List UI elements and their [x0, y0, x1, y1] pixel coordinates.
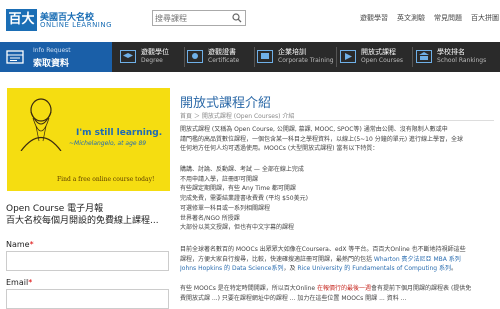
- nav-item-corporate-training-en: Corporate Training: [278, 57, 334, 64]
- mooc-text: 。: [451, 265, 458, 273]
- schedule-text: 有些 MOOCs 是在特定時間開課，所以百大Online: [180, 285, 318, 292]
- intro-line: 請門檻的高品質數位課程，一個包含某一科目之學程資料，以線上(5~10 分鐘的單元…: [180, 135, 463, 143]
- search-box: [152, 10, 246, 26]
- name-label: Name*: [6, 240, 34, 249]
- top-link-english-test[interactable]: 英文測驗: [397, 13, 425, 23]
- list-item: 購講、討論、反動課、考試 — 全部在線上完成: [180, 166, 304, 173]
- name-field[interactable]: [6, 251, 169, 271]
- page-title: 開放式課程介紹: [180, 96, 272, 111]
- breadcrumb[interactable]: 首頁 ＞ 開放式課程 (Open Courses) 介紹: [180, 111, 294, 120]
- top-link-faq[interactable]: 常見問題: [434, 13, 462, 23]
- nav-divider: [254, 47, 255, 67]
- info-request-button[interactable]: Info Request 索取資料: [0, 42, 112, 72]
- intro-line: 任何地方任何人均可透過使用。MOOCs (大型開放式課程) 當有以下特質：: [180, 145, 379, 153]
- wharton-mba-link[interactable]: Wharton 賓夕法尼亞 MBA 系列: [374, 256, 461, 263]
- intro-line: 開放式課程 (又稱為 Open Course, 公開課, 慕課, MOOC, S…: [180, 126, 448, 133]
- search-input[interactable]: [155, 12, 231, 24]
- schedule-text: 會有提前下個月開課的課程表 (提供免: [371, 285, 472, 292]
- list-item: 有些課定期開課，有些 Any Time 都可開課: [180, 185, 296, 193]
- schedule-line: 有些 MOOCs 是在特定時間開課，所以百大Online 在報價行的最後一週會有…: [180, 284, 496, 294]
- logo-english-name: ONLINE LEARNING: [40, 21, 113, 29]
- nav-item-degree[interactable]: 遊觀學位 Degree: [120, 42, 182, 72]
- top-link-puzzle[interactable]: 百大拼圖: [471, 13, 499, 23]
- nav-item-corporate-training[interactable]: 企業培訓 Corporate Training: [257, 42, 334, 72]
- main-nav: Info Request 索取資料 遊觀學位 Degree 遊觀證書 Certi…: [0, 42, 500, 72]
- promo-author: ~Michelangelo, at age 89: [69, 140, 147, 147]
- nav-divider: [412, 47, 413, 67]
- list-item: 可選修單一科目或一系列相關課程: [180, 204, 271, 212]
- nav-item-school-rankings-cn: 學校排名: [437, 48, 465, 56]
- schedule-paragraph: 有些 MOOCs 是在特定時間開課，所以百大Online 在報價行的最後一週會有…: [180, 284, 496, 303]
- site-logo[interactable]: 百大 美國百大名校 ONLINE LEARNING: [6, 9, 118, 33]
- info-request-cn: 索取資料: [33, 59, 70, 69]
- mooc-text: 課程，方便大家自行搜尋，比較，快速確搜適註冊可開課，最熱門的包括: [180, 255, 374, 263]
- list-item: 完成免費，需要結業證書收費費 (平均 $50美元): [180, 195, 308, 203]
- list-item: 世界著名/NGO 所授課: [180, 214, 240, 222]
- top-link-study[interactable]: 遊觀學習: [360, 13, 388, 23]
- nav-divider: [336, 47, 337, 67]
- required-mark: *: [29, 240, 34, 249]
- mooc-line: 課程，方便大家自行搜尋，比較，快速確搜適註冊可開課，最熱門的包括 Wharton…: [180, 255, 496, 265]
- name-label-text: Name: [6, 240, 30, 249]
- newsletter-subtitle: 百大名校每個月開設的免費線上課程...: [6, 216, 159, 226]
- search-icon[interactable]: [232, 13, 242, 23]
- rice-university-link[interactable]: Rice University 的 Fundamentals of Comput…: [297, 265, 451, 272]
- certificate-icon: [187, 50, 203, 63]
- email-label: Email*: [6, 278, 32, 287]
- mail-icon: [6, 50, 24, 64]
- logo-mark: 百大: [6, 9, 37, 31]
- sketch-figure-icon: [20, 98, 62, 151]
- nav-item-school-rankings-en: School Rankings: [437, 57, 487, 64]
- required-mark: *: [28, 278, 33, 287]
- promo-footer: Find a free online course today!: [57, 176, 155, 183]
- mooc-line: 目前全球著名數百的 MOOCs 出眾眾大如像在Coursera、edX 等平台。…: [180, 246, 466, 253]
- promo-tagline: I'm still learning.: [76, 128, 163, 138]
- nav-item-open-courses-cn: 開放式課程: [361, 48, 396, 56]
- top-links: 遊觀學習 英文測驗 常見問題 百大拼圖: [360, 13, 500, 23]
- training-icon: [257, 50, 273, 63]
- mooc-line: Johns Hopkins 的 Data Science系列，及 Rice Un…: [180, 264, 496, 274]
- mooc-paragraph: 目前全球著名數百的 MOOCs 出眾眾大如像在Coursera、edX 等平台。…: [180, 245, 496, 274]
- graduation-cap-icon: [120, 50, 136, 63]
- divider: [180, 120, 494, 121]
- nav-item-certificate-en: Certificate: [208, 57, 240, 64]
- nav-item-certificate-cn: 遊觀證書: [208, 48, 236, 56]
- nav-item-certificate[interactable]: 遊觀證書 Certificate: [187, 42, 253, 72]
- nav-item-corporate-training-cn: 企業培訓: [278, 48, 306, 56]
- list-item: 大部份以英文授課，但也有中文字幕的課程: [180, 224, 295, 232]
- intro-paragraph: 開放式課程 (又稱為 Open Course, 公開課, 慕課, MOOC, S…: [180, 125, 496, 154]
- top-bar: 百大 美國百大名校 ONLINE LEARNING 遊觀學習 英文測驗 常見問題…: [0, 0, 500, 38]
- email-label-text: Email: [6, 278, 29, 287]
- list-item: 不用申請入學，註冊即可開課: [180, 175, 259, 183]
- nav-item-school-rankings[interactable]: 學校排名 School Rankings: [416, 42, 496, 72]
- features-list: 購講、討論、反動課、考試 — 全部在線上完成 不用申請入學，註冊即可開課 有些課…: [180, 165, 496, 233]
- nav-item-degree-cn: 遊觀學位: [141, 48, 169, 56]
- nav-item-open-courses[interactable]: 開放式課程 Open Courses: [340, 42, 404, 72]
- info-request-en: Info Request: [33, 47, 71, 54]
- open-course-icon: [340, 50, 356, 63]
- schedule-highlight: 在報價行的最後一週: [317, 285, 372, 292]
- nav-divider: [184, 47, 185, 67]
- johns-hopkins-link[interactable]: Johns Hopkins 的 Data Science系列: [180, 265, 283, 272]
- school-icon: [416, 50, 432, 63]
- email-field[interactable]: [6, 289, 169, 309]
- nav-item-open-courses-en: Open Courses: [361, 57, 404, 64]
- promo-banner[interactable]: I'm still learning. ~Michelangelo, at ag…: [7, 88, 170, 191]
- mooc-text: ，及: [283, 265, 298, 273]
- schedule-line: 費開放式課 ...) 只要在課程網址中的課程 ... 加力在這些位置 MOOCs…: [180, 294, 407, 302]
- nav-item-degree-en: Degree: [141, 57, 163, 64]
